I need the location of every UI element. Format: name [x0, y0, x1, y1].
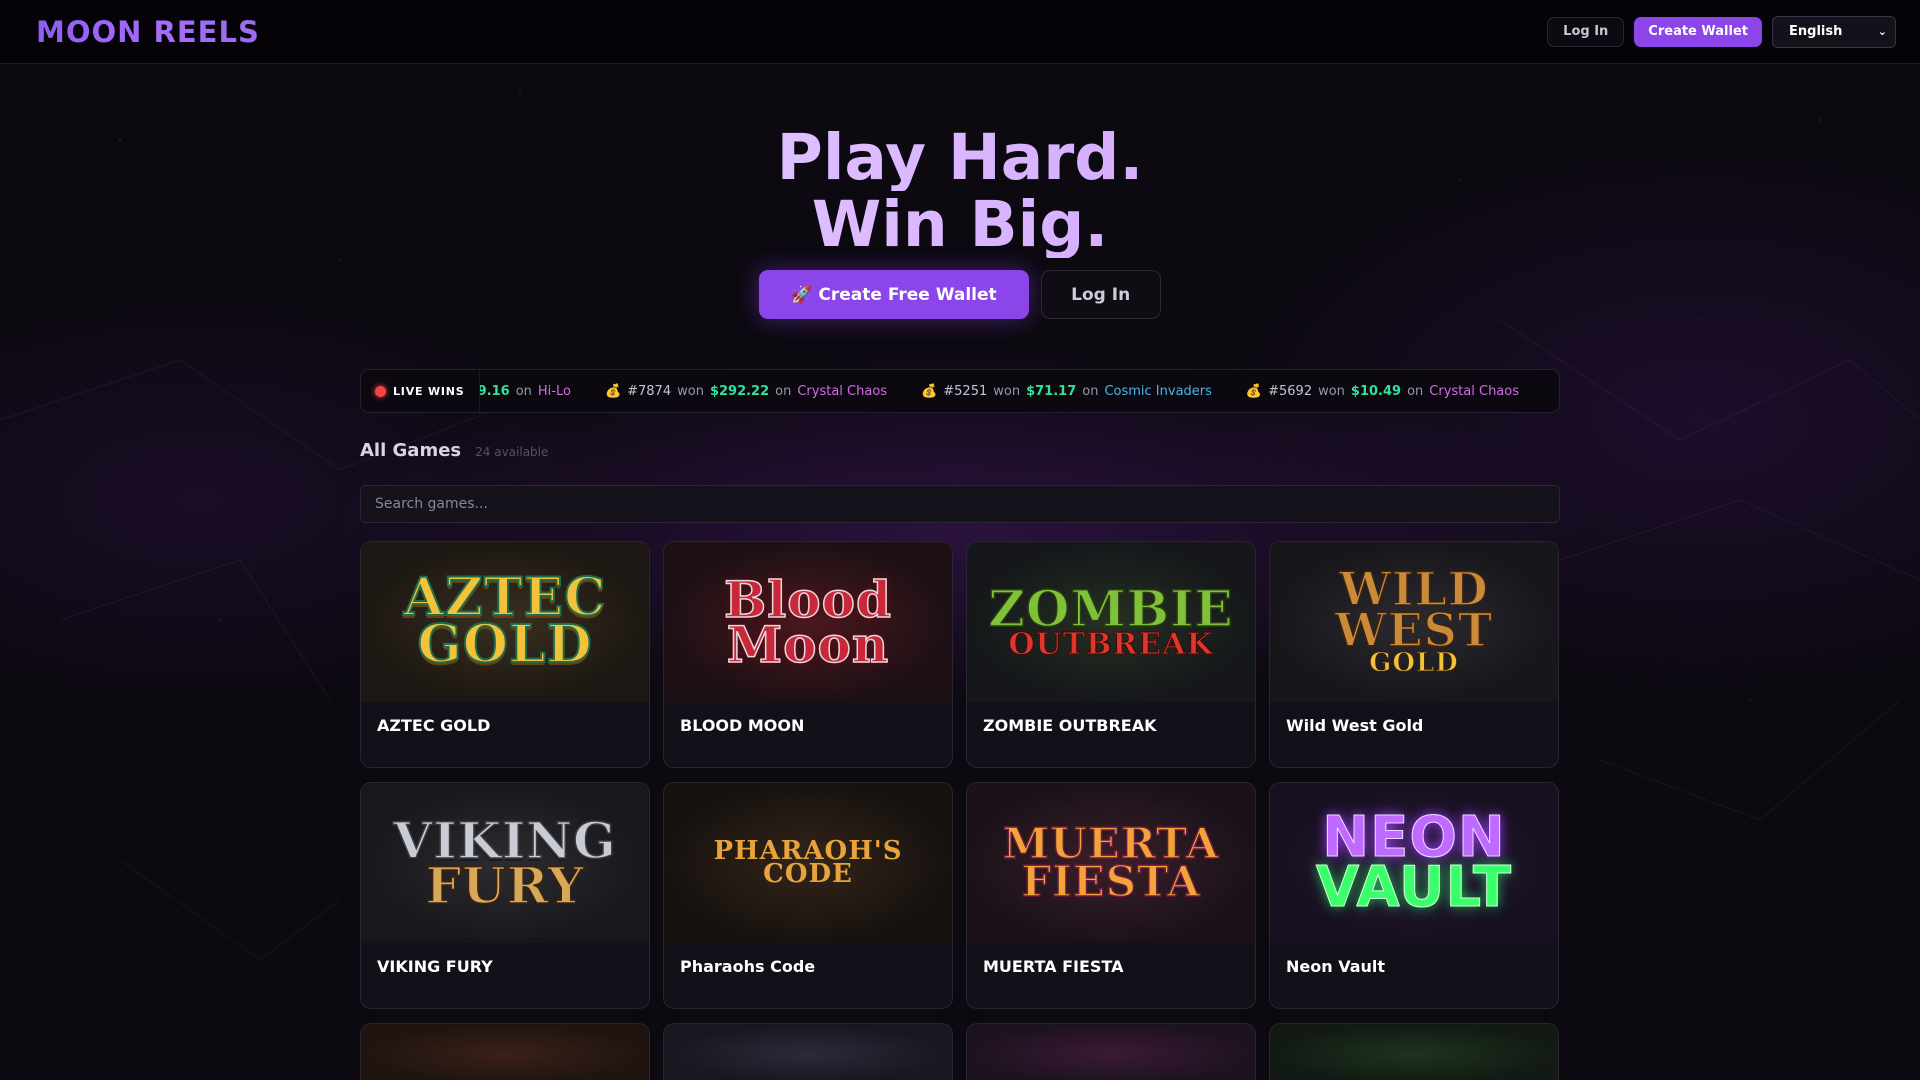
- win-item: 💰 #5692 won $10.49 on Crystal Chaos: [1246, 384, 1519, 399]
- game-thumbnail[interactable]: [361, 1024, 649, 1080]
- game-logo-art: ZOMBIE OUTBREAK: [988, 579, 1234, 662]
- game-title: Neon Vault: [1286, 957, 1386, 976]
- game-title: Wild West Gold: [1286, 716, 1424, 735]
- language-select[interactable]: English ⌄: [1772, 15, 1896, 48]
- login-button[interactable]: Log In: [1547, 16, 1625, 47]
- game-thumbnail[interactable]: AZTEC GOLD: [361, 542, 649, 702]
- game-title: ZOMBIE OUTBREAK: [983, 716, 1157, 735]
- section-title: All Games: [360, 440, 462, 461]
- win-amount: $10.49: [1350, 383, 1402, 399]
- won-word: won: [1318, 383, 1345, 399]
- game-logo-line: Moon: [726, 615, 890, 674]
- search-games-input[interactable]: Search games...: [360, 485, 1560, 523]
- win-game-link[interactable]: Cosmic Invaders: [1104, 384, 1211, 399]
- game-logo-art: VIKING FURY: [393, 815, 617, 915]
- win-player: #5692: [1268, 383, 1313, 399]
- game-logo-art: PHARAOH'S CODE: [713, 837, 902, 889]
- game-logo-line: VAULT: [1315, 855, 1513, 920]
- game-thumbnail[interactable]: [967, 1024, 1255, 1080]
- win-game-link[interactable]: Hi-Lo: [538, 384, 571, 399]
- game-card[interactable]: NEON VAULT Neon Vault: [1269, 782, 1559, 1009]
- game-card[interactable]: [1269, 1023, 1559, 1080]
- money-bag-icon: 💰: [921, 383, 938, 399]
- language-select-value: English: [1789, 24, 1843, 39]
- game-card[interactable]: MUERTA FIESTA MUERTA FIESTA: [966, 782, 1256, 1009]
- money-bag-icon: 💰: [604, 383, 622, 399]
- money-bag-icon: 💰: [1245, 383, 1263, 399]
- game-thumbnail[interactable]: PHARAOH'S CODE: [664, 783, 952, 943]
- on-word: on: [1407, 383, 1424, 399]
- game-logo-art: MUERTA FIESTA: [1002, 822, 1220, 906]
- game-card[interactable]: [360, 1023, 650, 1080]
- game-thumbnail[interactable]: [664, 1024, 952, 1080]
- game-title: MUERTA FIESTA: [983, 957, 1124, 976]
- games-grid: AZTEC GOLD AZTEC GOLD Blood Moon BLOOD MOON ZO…: [360, 541, 1560, 1080]
- hero-login-button[interactable]: Log In: [1040, 270, 1161, 319]
- game-card[interactable]: WILD WEST GOLD Wild West Gold: [1269, 541, 1559, 768]
- game-card[interactable]: VIKING FURY VIKING FURY: [360, 782, 650, 1009]
- hero-cta-row: 🚀 Create Free Wallet Log In: [0, 270, 1920, 319]
- on-word: on: [775, 383, 792, 399]
- game-card[interactable]: [966, 1023, 1256, 1080]
- game-card[interactable]: PHARAOH'S CODE Pharaohs Code: [663, 782, 953, 1009]
- won-word: won: [993, 383, 1021, 399]
- game-logo-line: FIESTA: [1021, 857, 1201, 906]
- brand-logo[interactable]: MOON REELS: [36, 15, 260, 49]
- hero-headline-line-1: Play Hard.: [0, 124, 1920, 191]
- create-wallet-button[interactable]: Create Wallet: [1634, 16, 1762, 47]
- game-thumbnail[interactable]: Blood Moon: [664, 542, 952, 702]
- live-wins-ticker: LIVE WINS $49.16 on Hi-Lo 💰 #7874 won $292.22 o…: [360, 369, 1560, 413]
- game-logo-line: FURY: [425, 856, 585, 915]
- win-player: #5251: [943, 383, 988, 399]
- create-free-wallet-button[interactable]: 🚀 Create Free Wallet: [759, 270, 1029, 319]
- game-card[interactable]: Blood Moon BLOOD MOON: [663, 541, 953, 768]
- game-title: Pharaohs Code: [680, 957, 816, 976]
- game-card[interactable]: [663, 1023, 953, 1080]
- live-wins-badge: LIVE WINS: [361, 370, 480, 412]
- games-count: 24 available: [475, 445, 549, 459]
- top-navigation-bar: MOON REELS Log In Create Wallet English …: [0, 0, 1920, 64]
- game-card[interactable]: ZOMBIE OUTBREAK ZOMBIE OUTBREAK: [966, 541, 1256, 768]
- win-player: #7874: [627, 383, 672, 399]
- header-actions: Log In Create Wallet English ⌄: [1547, 15, 1896, 48]
- game-thumbnail[interactable]: WILD WEST GOLD: [1270, 542, 1558, 702]
- live-wins-label: LIVE WINS: [393, 384, 465, 398]
- game-card[interactable]: AZTEC GOLD AZTEC GOLD: [360, 541, 650, 768]
- chevron-down-icon: ⌄: [1877, 25, 1887, 38]
- won-word: won: [677, 383, 704, 399]
- game-title: BLOOD MOON: [680, 716, 805, 735]
- game-logo-art: AZTEC GOLD: [402, 571, 606, 675]
- game-thumbnail[interactable]: ZOMBIE OUTBREAK: [967, 542, 1255, 702]
- win-item: $49.16 on Hi-Lo: [460, 383, 571, 399]
- game-logo-line: ZOMBIE: [988, 579, 1234, 638]
- win-item: 💰 #5251 won $71.17 on Cosmic Invaders: [921, 384, 1212, 399]
- game-title: AZTEC GOLD: [377, 716, 491, 735]
- games-section-header: All Games 24 available: [360, 440, 548, 461]
- live-indicator-icon: [375, 385, 386, 397]
- game-logo-art: WILD WEST GOLD: [1334, 565, 1494, 676]
- game-thumbnail[interactable]: [1270, 1024, 1558, 1080]
- win-item: 💰 #7874 won $292.22 on Crystal Chaos: [605, 384, 887, 399]
- win-game-link[interactable]: Crystal Chaos: [1429, 384, 1519, 399]
- on-word: on: [1082, 383, 1099, 399]
- game-logo-art: Blood Moon: [723, 574, 892, 674]
- game-thumbnail[interactable]: MUERTA FIESTA: [967, 783, 1255, 943]
- game-logo-line: OUTBREAK: [1008, 627, 1214, 662]
- game-thumbnail[interactable]: NEON VAULT: [1270, 783, 1558, 943]
- game-title: VIKING FURY: [377, 957, 493, 976]
- win-game-link[interactable]: Crystal Chaos: [797, 384, 887, 399]
- game-logo-line: GOLD: [416, 614, 593, 675]
- hero-headline-line-2: Win Big.: [0, 191, 1920, 258]
- ticker-track: $49.16 on Hi-Lo 💰 #7874 won $292.22 on Crystal C…: [460, 383, 1520, 399]
- game-logo-art: NEON VAULT: [1315, 808, 1513, 920]
- win-amount: $292.22: [709, 383, 770, 399]
- win-amount: $71.17: [1026, 383, 1077, 399]
- game-logo-line: CODE: [763, 859, 853, 889]
- on-word: on: [515, 383, 532, 399]
- game-thumbnail[interactable]: VIKING FURY: [361, 783, 649, 943]
- game-logo-line: WEST: [1334, 603, 1494, 658]
